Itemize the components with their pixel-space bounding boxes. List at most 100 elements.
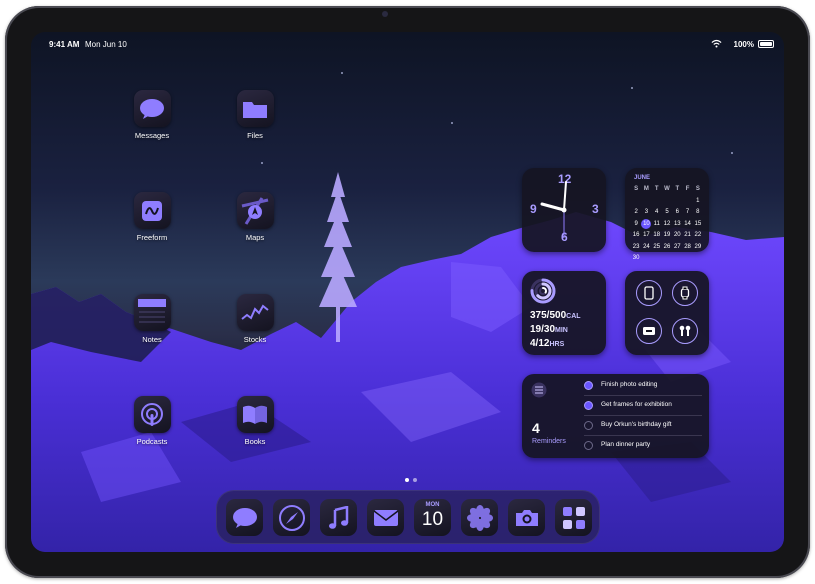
notes-icon [133,294,171,331]
reminder-checkbox[interactable] [584,441,593,450]
mac-icon[interactable] [636,318,662,344]
calendar-day [662,253,672,263]
move-stat: 375/500CAL [530,310,581,321]
messages-icon[interactable] [226,499,263,536]
reminder-text: Get frames for exhibition [601,401,672,408]
reminders-count: 4 [532,420,540,436]
clock-widget[interactable]: 12 3 6 9 [522,168,606,252]
calendar-month: JUNE [634,175,651,181]
battery-icon [758,40,774,48]
app-label: Books [244,437,266,446]
utilities-icon[interactable] [555,499,592,536]
app-notes[interactable]: Notes [120,294,184,344]
home-screen: 9:41 AM Mon Jun 10 100% Messages Files F… [31,32,784,552]
calendar-weekday: T [654,186,659,192]
clock-hands [540,181,567,238]
battery-percent: 100% [733,40,754,49]
app-stocks[interactable]: Stocks [223,294,287,344]
activity-rings-icon [530,278,556,304]
reminders-list-icon [531,382,547,398]
app-messages[interactable]: Messages [120,90,184,140]
camera-icon[interactable] [508,499,545,536]
reminders-label: Reminders [532,438,566,445]
calendar-day: 5 [665,209,669,215]
dock-calendar-day: 10 [421,509,444,530]
mail-icon[interactable] [367,499,404,536]
reminder-item[interactable]: Get frames for exhibition [584,396,702,416]
stand-stat: 4/12HRS [530,338,565,349]
photos-icon[interactable] [461,499,498,536]
music-icon[interactable] [320,499,357,536]
calendar-day [652,253,662,263]
calendar-day: 23 [632,243,640,250]
calendar-day: 20 [673,232,681,238]
calendar-day: 17 [643,232,650,238]
calendar-day [682,196,692,206]
calendar-day [662,196,672,206]
calendar-day [672,253,682,263]
reminder-item[interactable]: Buy Orkun's birthday gift [584,416,702,436]
calendar-icon[interactable]: MON 10 [414,499,451,536]
reminder-item[interactable]: Finish photo editing [584,376,702,396]
page-dot[interactable] [413,478,417,482]
calendar-day: 30 [632,255,640,261]
calendar-widget[interactable]: JUNE S M T W T F S 1 2 3 4 5 6 7 8 9 10 11 12 13 14 15 16 17 18 1… [625,168,709,261]
calendar-day: 8 [696,209,700,215]
exercise-stat: 19/30MIN [530,324,568,335]
page-indicator[interactable] [403,469,419,487]
ipad-frame: 9:41 AM Mon Jun 10 100% Messages Files F… [5,6,810,578]
fitness-widget[interactable]: 375/500CAL 19/30MIN 4/12HRS [522,271,606,355]
calendar-day [682,253,692,263]
calendar-day: 18 [653,232,661,238]
watch-icon[interactable] [672,280,698,306]
app-label: Notes [142,335,162,344]
page-dot[interactable] [405,478,409,482]
calendar-day: 21 [684,232,691,238]
calendar-day: 29 [694,243,702,250]
dock-calendar-month: MON [425,502,440,508]
status-time: 9:41 AM [49,40,80,49]
calendar-day: 9 [634,220,638,227]
calendar-day: 24 [643,243,650,250]
ipad-icon[interactable] [636,280,662,306]
safari-icon[interactable] [273,499,310,536]
calendar-day: 7 [685,209,690,215]
calendar-weekday: W [664,186,670,192]
app-label: Messages [134,131,170,140]
calendar-today: 10 [641,218,652,229]
calendar-day: 27 [673,243,681,250]
calendar-day: 26 [663,243,671,250]
wifi-icon [711,39,722,48]
calendar-weekday: S [634,186,639,192]
calendar-day [672,196,682,206]
reminders-widget[interactable]: 4 Reminders Finish photo editing Get fra… [522,374,709,458]
app-files[interactable]: Files [223,90,287,140]
reminder-checkbox[interactable] [584,421,593,430]
app-books[interactable]: Books [223,396,287,446]
status-date: Mon Jun 10 [85,40,127,49]
calendar-day [652,196,662,206]
app-maps[interactable]: Maps [223,192,287,242]
app-label: Stocks [243,335,267,344]
reminder-checkbox[interactable] [584,381,593,390]
calendar-day: 25 [653,243,661,250]
airpods-icon[interactable] [672,318,698,344]
dock: MON 10 [216,490,600,544]
calendar-day [631,196,641,206]
podcasts-icon [133,396,171,433]
reminder-item[interactable]: Plan dinner party [584,436,702,456]
reminder-text: Finish photo editing [601,381,658,388]
calendar-grid: S M T W T F S 1 2 3 4 5 6 7 8 9 10 11 12 13 14 15 16 17 18 19 20 21… [631,184,703,263]
reminder-text: Plan dinner party [601,441,651,448]
reminder-checkbox[interactable] [584,401,593,410]
calendar-day [641,196,651,206]
calendar-day [693,253,703,263]
app-podcasts[interactable]: Podcasts [120,396,184,446]
front-camera [382,11,388,17]
calendar-day: 19 [663,232,671,238]
app-label: Freeform [136,233,168,242]
books-icon [236,396,274,433]
calendar-day: 28 [684,243,691,250]
app-freeform[interactable]: Freeform [120,192,184,242]
files-icon [236,90,274,127]
